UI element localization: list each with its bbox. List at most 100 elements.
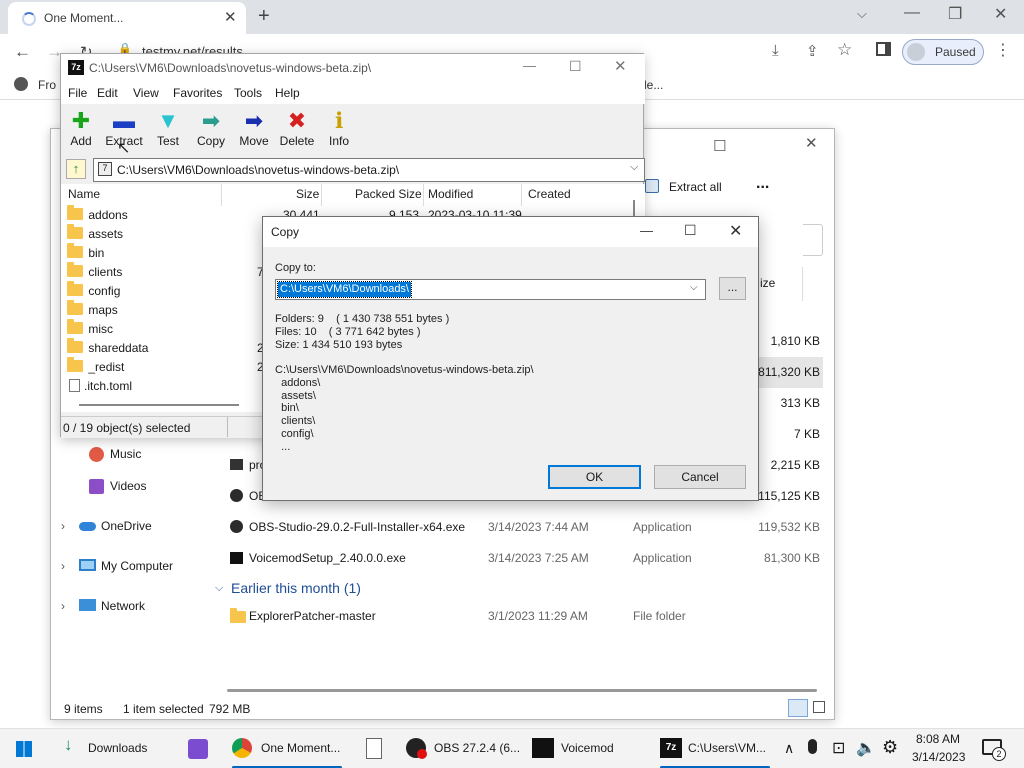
row-name: bin	[88, 246, 105, 260]
clock-time[interactable]: 8:08 AM	[916, 732, 960, 746]
microphone-icon[interactable]	[808, 739, 817, 754]
address-combo[interactable]: 7 C:\Users\VM6\Downloads\novetus-windows…	[93, 158, 645, 182]
file-name: OBS-Studio-29.0.2-Full-Installer-x64.exe	[249, 520, 466, 534]
start-icon[interactable]	[16, 741, 32, 757]
extract-icon: ▬	[113, 108, 135, 133]
settings-gear-icon[interactable]: ⚙	[882, 737, 898, 758]
file-size: 81,300 KB	[763, 551, 820, 565]
close-icon[interactable]: ✕	[729, 221, 742, 241]
vertical-scrollbar[interactable]	[633, 200, 635, 216]
details-view-icon[interactable]	[788, 699, 808, 717]
notification-icon[interactable]: 2	[982, 739, 1006, 761]
selection-status: 0 / 19 object(s) selected	[63, 421, 191, 435]
file-size: 7 KB	[793, 427, 820, 441]
menu-view[interactable]: View	[133, 86, 159, 100]
col-size[interactable]: Size	[296, 187, 319, 201]
close-window-icon[interactable]: ✕	[994, 4, 1007, 24]
profile-status: Paused	[935, 45, 976, 59]
search-box[interactable]	[803, 224, 823, 256]
col-name[interactable]: Name	[68, 187, 100, 201]
horizontal-scrollbar[interactable]	[227, 689, 817, 692]
profile-button[interactable]: Paused	[902, 39, 984, 65]
menu-file[interactable]: File	[68, 86, 87, 100]
size-column-header[interactable]: ize	[760, 276, 775, 290]
minimize-icon[interactable]: —	[640, 223, 653, 238]
archive-row[interactable]: maps	[67, 300, 118, 322]
browser-tab[interactable]: One Moment... ✕	[8, 2, 246, 34]
explorer-maximize-icon[interactable]: ☐	[713, 137, 726, 155]
tiles-view-icon[interactable]	[813, 701, 825, 713]
menu-tools[interactable]: Tools	[234, 86, 262, 100]
archive-row[interactable]: assets	[67, 224, 123, 246]
file-row[interactable]: OBS-Studio-29.0.2-Full-Installer-x64.exe…	[51, 512, 836, 543]
clock-date[interactable]: 3/14/2023	[912, 750, 965, 764]
menu-favorites[interactable]: Favorites	[173, 86, 222, 100]
test-label: Test	[156, 134, 179, 148]
archive-row[interactable]: config	[67, 281, 120, 303]
test-button[interactable]: ▼ Test	[145, 108, 191, 148]
up-folder-icon[interactable]: ↑	[66, 159, 86, 179]
move-label: Move	[239, 134, 269, 148]
tray-overflow-icon[interactable]: ∧	[784, 740, 794, 757]
col-created[interactable]: Created	[528, 187, 571, 201]
file-row[interactable]: VoicemodSetup_2.40.0.0.exe 3/14/2023 7:2…	[51, 543, 836, 574]
7zip-title-bar: 7z C:\Users\VM6\Downloads\novetus-window…	[61, 54, 645, 82]
close-icon[interactable]: ✕	[614, 57, 627, 75]
copy-button[interactable]: ➡ Copy	[188, 108, 234, 148]
network-tray-icon[interactable]: ⊡	[832, 738, 845, 758]
archive-row[interactable]: .itch.toml	[67, 379, 132, 398]
tab-search-chevron-icon[interactable]: ⌵	[857, 6, 867, 22]
add-button[interactable]: ✚ Add	[58, 108, 104, 148]
back-icon[interactable]: ←	[14, 42, 31, 62]
cancel-button[interactable]: Cancel	[654, 465, 746, 489]
browse-button[interactable]: ...	[719, 277, 746, 300]
minimize-icon[interactable]: —	[904, 4, 920, 22]
menu-edit[interactable]: Edit	[97, 86, 118, 100]
dropdown-chevron-icon[interactable]: ⌵	[630, 161, 638, 174]
maximize-icon[interactable]: ☐	[569, 58, 582, 75]
visual-studio-icon[interactable]	[188, 739, 208, 759]
destination-combo[interactable]: C:\Users\VM6\Downloads\ ⌵	[275, 279, 706, 300]
archive-row[interactable]: shareddata	[67, 338, 149, 360]
menu-help[interactable]: Help	[275, 86, 300, 100]
file-date: 3/14/2023 7:25 AM	[488, 551, 589, 565]
delete-label: Delete	[279, 134, 315, 148]
archive-row[interactable]: addons	[67, 205, 128, 227]
horizontal-scrollbar[interactable]	[79, 404, 239, 406]
maximize-icon[interactable]: ☐	[684, 222, 697, 239]
copy-to-label: Copy to:	[275, 262, 316, 274]
sidepanel-icon[interactable]	[876, 42, 891, 56]
minimize-icon[interactable]: —	[523, 58, 536, 73]
restore-icon[interactable]: ❐	[948, 4, 962, 24]
dropdown-chevron-icon[interactable]: ⌵	[690, 282, 698, 293]
collapse-chevron-icon: ⌵	[215, 582, 224, 594]
row-name: shareddata	[88, 341, 149, 355]
more-options-button[interactable]: ...	[756, 175, 769, 193]
col-packed-size[interactable]: Packed Size	[355, 187, 422, 201]
menu-dots-icon[interactable]: ⋮	[995, 40, 1011, 60]
volume-icon[interactable]: 🔈	[856, 738, 876, 758]
bookmark-item-2[interactable]: le...	[644, 78, 663, 92]
share-icon[interactable]: ⇪	[806, 42, 819, 60]
notepad-icon[interactable]	[366, 738, 382, 759]
delete-button[interactable]: ✖ Delete	[274, 108, 320, 148]
info-button[interactable]: ℹ Info	[316, 108, 362, 148]
move-button[interactable]: ➡ Move	[231, 108, 277, 148]
extract-all-icon	[645, 179, 659, 193]
explorer-close-icon[interactable]: ✕	[805, 134, 818, 152]
bookmark-star-icon[interactable]: ☆	[837, 40, 852, 60]
file-row[interactable]: ExplorerPatcher-master 3/1/2023 11:29 AM…	[51, 601, 836, 632]
archive-row[interactable]: _redist	[67, 357, 124, 379]
tab-close-icon[interactable]: ✕	[224, 8, 237, 26]
bookmark-item[interactable]: Fro	[38, 78, 56, 92]
copy-stats: Folders: 9 ( 1 430 738 551 bytes ) Files…	[275, 313, 450, 351]
archive-row[interactable]: clients	[67, 262, 122, 284]
7zip-app-icon: 7z	[68, 60, 84, 75]
extract-all-button[interactable]: Extract all	[669, 180, 722, 194]
info-icon: ℹ	[334, 108, 344, 133]
copy-icon: ➡	[201, 108, 221, 133]
new-tab-icon[interactable]: +	[258, 5, 270, 28]
install-icon[interactable]: ⤓	[772, 42, 779, 59]
col-modified[interactable]: Modified	[428, 187, 473, 201]
ok-button[interactable]: OK	[548, 465, 641, 489]
